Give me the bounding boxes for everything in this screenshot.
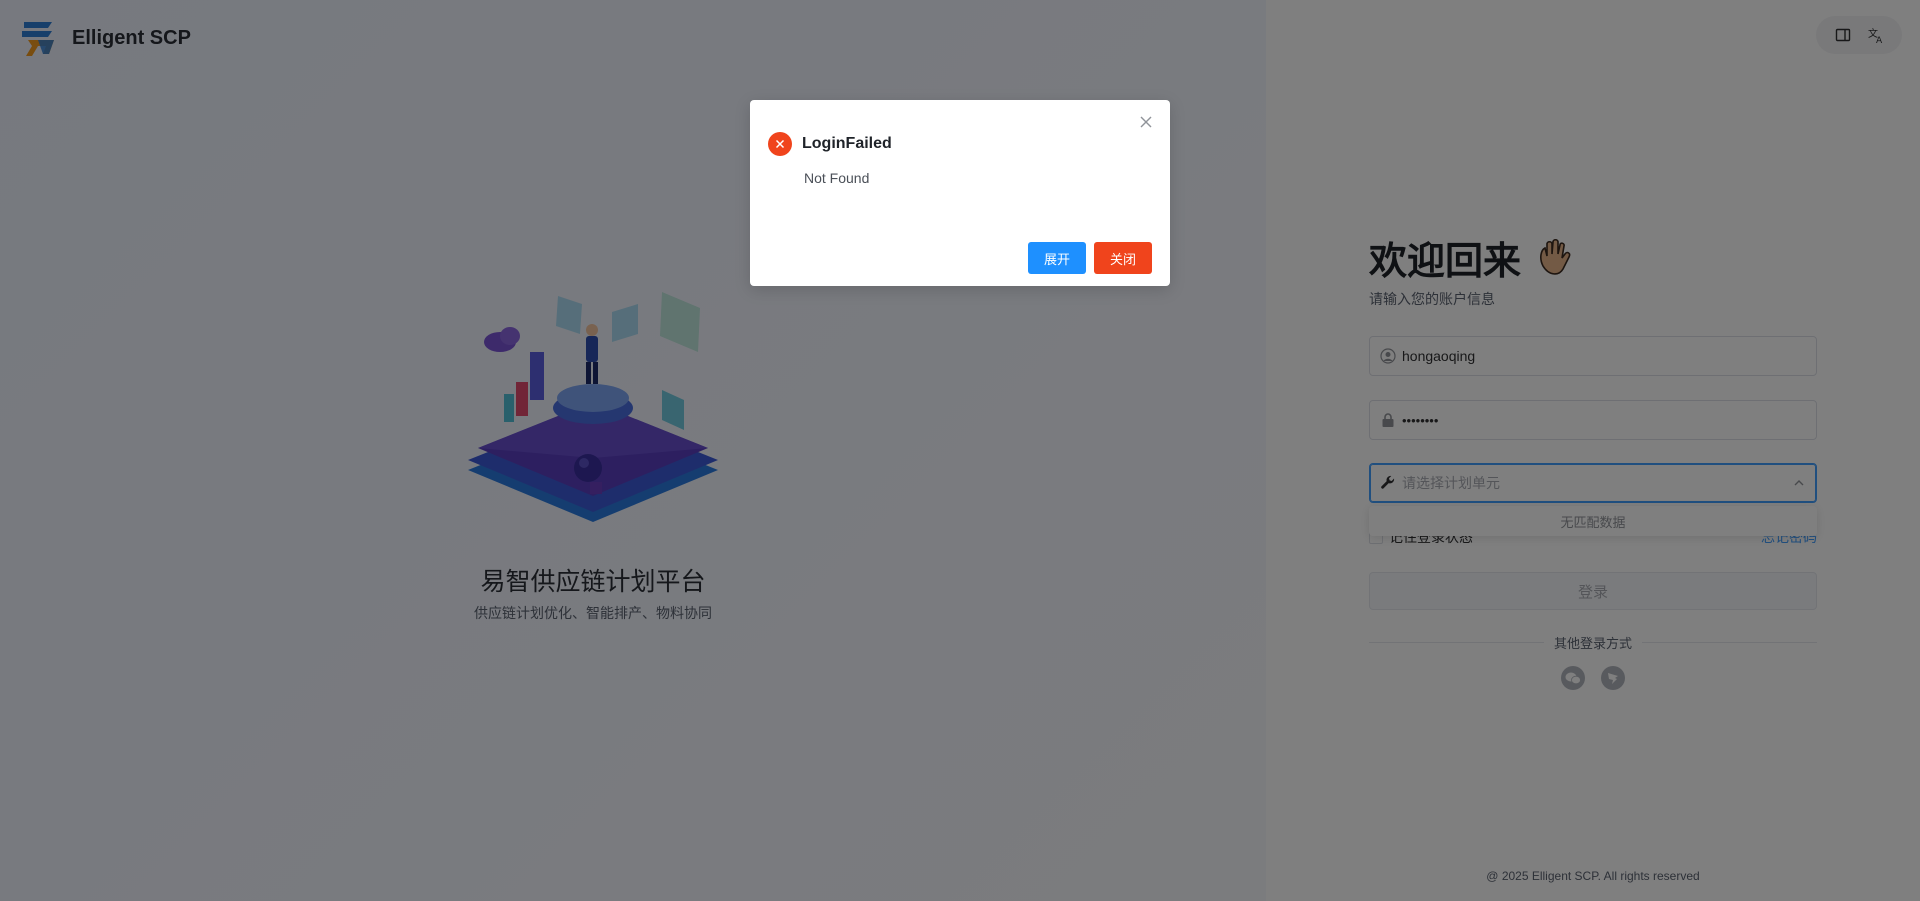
error-icon (768, 132, 792, 156)
dialog-message: Not Found (804, 170, 870, 186)
close-dialog-button[interactable]: 关闭 (1093, 242, 1152, 274)
dialog-header: LoginFailed (768, 132, 892, 156)
close-icon[interactable] (1138, 114, 1154, 130)
dialog-actions: 展开 关闭 (1027, 242, 1152, 274)
dialog-title: LoginFailed (802, 135, 892, 152)
expand-button[interactable]: 展开 (1027, 242, 1086, 274)
error-dialog: LoginFailed Not Found 展开 关闭 (750, 100, 1170, 286)
